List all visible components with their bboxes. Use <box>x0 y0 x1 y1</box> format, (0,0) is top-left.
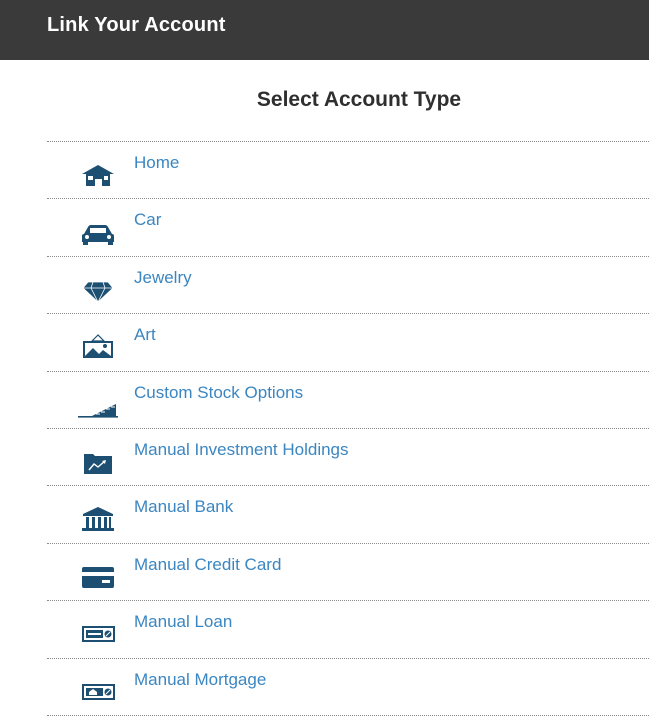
loan-check-icon <box>78 620 118 648</box>
account-type-item-home[interactable]: Home <box>47 142 649 200</box>
credit-card-icon <box>78 563 118 591</box>
account-type-label: Manual Loan <box>134 612 233 632</box>
folder-trend-icon <box>78 448 118 476</box>
landscape-picture-icon <box>78 333 118 361</box>
account-type-label: Art <box>134 325 156 345</box>
mortgage-check-icon <box>78 678 118 706</box>
account-type-label: Manual Investment Holdings <box>134 439 349 459</box>
account-type-item-jewelry[interactable]: Jewelry <box>47 257 649 315</box>
account-type-label: Manual Credit Card <box>134 554 282 574</box>
account-type-item-manual-loan[interactable]: Manual Loan <box>47 601 649 659</box>
header-title: Link Your Account <box>47 14 226 36</box>
account-type-item-manual-mortgage[interactable]: Manual Mortgage <box>47 659 649 716</box>
account-type-item-custom-stock-options[interactable]: Custom Stock Options <box>47 372 649 429</box>
account-type-label: Manual Bank <box>134 497 234 517</box>
bank-building-icon <box>78 505 118 533</box>
car-icon <box>78 218 118 246</box>
account-type-item-art[interactable]: Art <box>47 314 649 372</box>
account-type-item-manual-investment-holdings[interactable]: Manual Investment Holdings <box>47 429 649 487</box>
account-type-label: Jewelry <box>134 267 192 287</box>
account-type-list: Home Car Jewelry Art Custom Stock Option… <box>47 141 649 716</box>
account-type-item-manual-bank[interactable]: Manual Bank <box>47 486 649 544</box>
app-header: Link Your Account <box>0 0 649 60</box>
section-title: Select Account Type <box>256 88 462 111</box>
account-type-item-car[interactable]: Car <box>47 199 649 257</box>
diamond-icon <box>78 276 118 304</box>
account-type-label: Car <box>134 210 162 230</box>
house-icon <box>78 161 118 189</box>
account-type-label: Manual Mortgage <box>134 669 267 689</box>
account-type-label: Custom Stock Options <box>134 382 304 402</box>
account-type-item-manual-credit-card[interactable]: Manual Credit Card <box>47 544 649 602</box>
account-type-label: Home <box>134 153 180 172</box>
rising-stairs-chart-icon <box>78 391 118 419</box>
